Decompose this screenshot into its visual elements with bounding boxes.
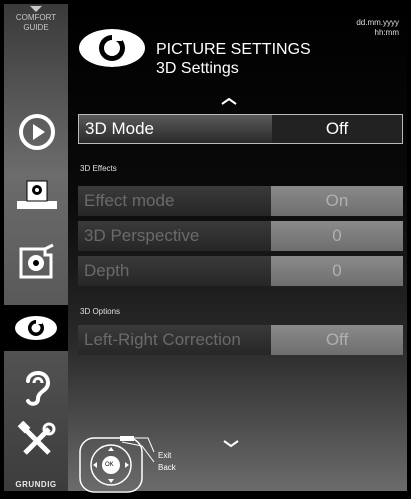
menu-row-label: Depth: [78, 256, 271, 286]
page-title: PICTURE SETTINGS: [156, 41, 311, 58]
ok-label: OK: [105, 462, 114, 468]
remote-dpad-icon: [79, 436, 155, 493]
section-heading-3d-options: 3D Options: [80, 307, 121, 316]
settings-icon: [19, 243, 54, 279]
main-panel: dd.mm.yyyy hh:mm PICTURE SETTINGS 3D Set…: [68, 4, 407, 493]
sidebar-item-media[interactable]: [12, 172, 62, 218]
menu-row-label: 3D Mode: [79, 115, 272, 143]
tv-screen: COMFORT GUIDE GRUNDIG dd.mm.yyyy hh:mm P…: [0, 0, 411, 495]
sidebar-item-source[interactable]: [12, 109, 62, 155]
menu-row-value: Off: [272, 115, 402, 143]
menu-row-label: Left-Right Correction: [78, 325, 271, 355]
chevron-down-icon[interactable]: [222, 435, 240, 451]
brand-logo: GRUNDIG: [15, 480, 57, 489]
page-subtitle: 3D Settings: [156, 60, 239, 77]
menu-row-3d-perspective: 3D Perspective 0: [78, 221, 403, 251]
section-heading-3d-effects: 3D Effects: [80, 164, 117, 173]
sound-ear-icon: [26, 371, 51, 406]
media-icon: [17, 180, 57, 209]
picture-eye-icon: [15, 316, 57, 340]
menu-row-value: 0: [271, 221, 403, 251]
header-eye-icon: [76, 26, 148, 75]
menu-row-left-right-correction: Left-Right Correction Off: [78, 325, 403, 355]
back-hint: Back: [158, 463, 176, 472]
menu-row-value: 0: [271, 256, 403, 286]
chevron-up-icon[interactable]: [220, 92, 238, 108]
menu-row-label: 3D Perspective: [78, 221, 271, 251]
sidebar: COMFORT GUIDE GRUNDIG: [4, 4, 68, 491]
sidebar-item-settings[interactable]: [12, 240, 62, 286]
triangle-down-icon: [30, 6, 42, 12]
comfort-guide-label-2: GUIDE: [23, 23, 49, 32]
remote-control-hint: OK: [78, 434, 158, 499]
menu-row-label: Effect mode: [78, 186, 271, 216]
menu-row-depth: Depth 0: [78, 256, 403, 286]
tools-icon: [17, 421, 56, 455]
menu-row-effect-mode: Effect mode On: [78, 186, 403, 216]
source-icon: [19, 114, 55, 150]
menu-row-3d-mode[interactable]: 3D Mode Off: [78, 114, 403, 144]
comfort-guide[interactable]: COMFORT GUIDE: [4, 6, 68, 33]
exit-hint: Exit: [158, 451, 172, 460]
sidebar-item-sound[interactable]: [12, 364, 62, 410]
comfort-guide-label-1: COMFORT: [15, 13, 57, 22]
sidebar-item-tools[interactable]: [12, 418, 62, 464]
date-time: dd.mm.yyyy hh:mm: [356, 18, 399, 38]
menu-row-value: Off: [271, 325, 403, 355]
date-text: dd.mm.yyyy: [356, 18, 399, 27]
sidebar-item-picture[interactable]: [4, 305, 68, 351]
time-text: hh:mm: [374, 28, 399, 37]
menu-row-value: On: [271, 186, 403, 216]
